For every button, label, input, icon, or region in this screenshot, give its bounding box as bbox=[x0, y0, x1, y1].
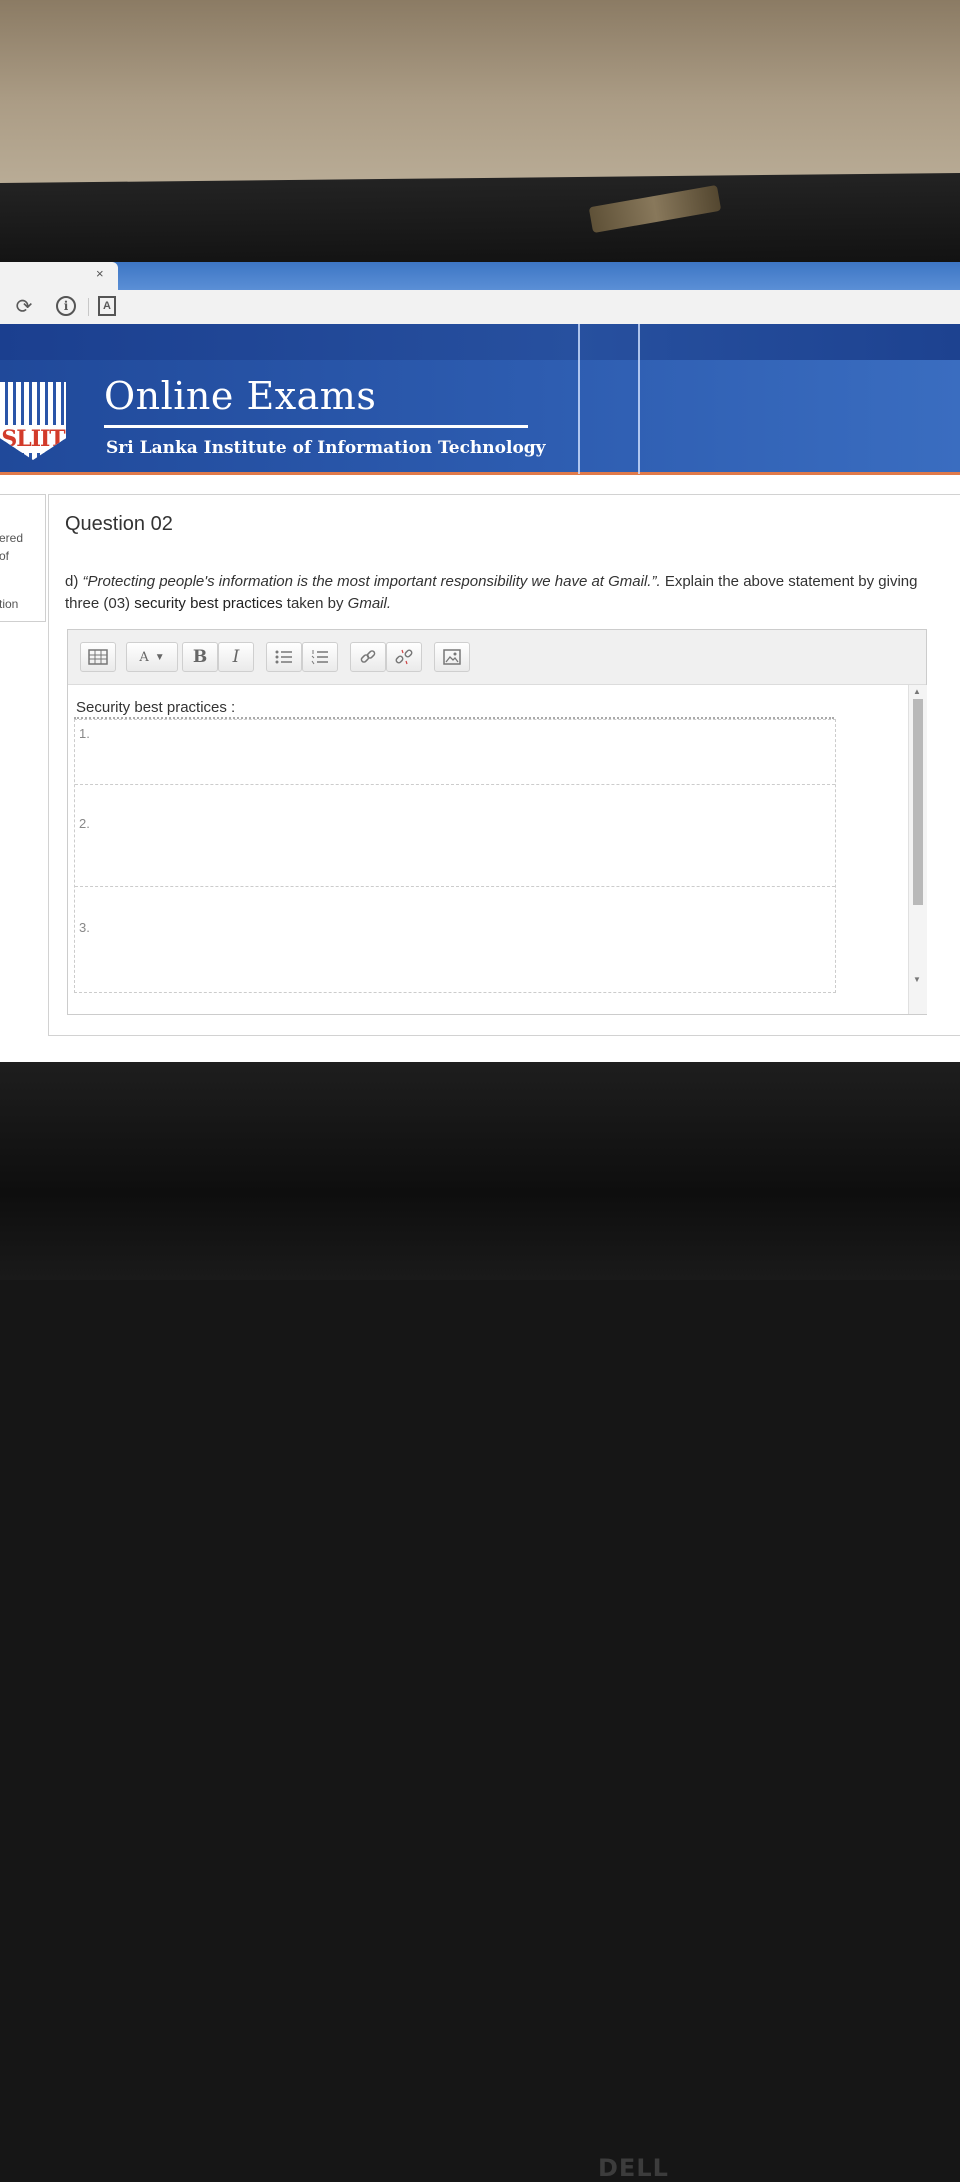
link-icon[interactable] bbox=[350, 642, 386, 672]
table-row[interactable]: 2. bbox=[75, 784, 835, 887]
institute-name: Sri Lanka Institute of Information Techn… bbox=[106, 438, 546, 458]
question-title: Question 02 bbox=[65, 513, 173, 535]
item-number: 3. bbox=[79, 920, 90, 935]
page-title: Online Exams bbox=[104, 374, 377, 418]
answer-table[interactable]: 1. 2. 3. bbox=[74, 719, 836, 993]
table-icon[interactable] bbox=[80, 642, 116, 672]
question-quote: “Protecting people's information is the … bbox=[82, 573, 661, 590]
font-size-icon: A bbox=[139, 649, 149, 665]
font-size-dropdown[interactable]: A ▼ bbox=[126, 642, 178, 672]
answer-heading: Security best practices : bbox=[76, 699, 236, 716]
table-row[interactable]: 1. bbox=[75, 720, 835, 785]
logo-text: SLIIT bbox=[0, 425, 66, 453]
browser-tab[interactable]: × bbox=[0, 262, 118, 290]
question-label: d) bbox=[65, 573, 79, 590]
scroll-down-icon[interactable]: ▼ bbox=[913, 975, 921, 984]
table-row[interactable]: 3. bbox=[75, 886, 835, 990]
image-icon[interactable] bbox=[434, 642, 470, 672]
reload-icon[interactable]: ⟳ bbox=[12, 296, 36, 318]
toolbar-divider bbox=[88, 298, 89, 316]
question-gmail: Gmail. bbox=[347, 595, 392, 612]
navigation-panel: ered of tion bbox=[0, 494, 46, 622]
item-number: 1. bbox=[79, 726, 90, 741]
nav-text: tion bbox=[0, 597, 19, 611]
italic-button[interactable]: I bbox=[218, 642, 254, 672]
question-emphasis: security best practices bbox=[134, 595, 283, 612]
question-prompt-end: taken by bbox=[286, 595, 344, 612]
title-underline bbox=[104, 425, 528, 428]
editor-scrollbar[interactable]: ▲ ▼ bbox=[908, 685, 927, 1014]
bold-button[interactable]: B bbox=[182, 642, 218, 672]
pdf-icon[interactable]: A bbox=[98, 296, 116, 316]
wall-background bbox=[0, 0, 960, 185]
question-card: Question 02 d) “Protecting people's info… bbox=[48, 494, 960, 1036]
web-page: SLIIT Online Exams Sri Lanka Institute o… bbox=[0, 324, 960, 1072]
dell-logo: DELL bbox=[598, 2154, 669, 2182]
answer-editor: A ▼ B I Security best practices: 1. 2. … bbox=[67, 629, 927, 1015]
monitor-bezel-top bbox=[0, 172, 960, 274]
screen-glare bbox=[638, 324, 640, 474]
page-top-bar bbox=[0, 324, 960, 360]
chevron-down-icon: ▼ bbox=[154, 651, 165, 663]
site-banner: SLIIT Online Exams Sri Lanka Institute o… bbox=[0, 360, 960, 475]
numbered-list-icon[interactable] bbox=[302, 642, 338, 672]
screen: × ⟳ i A SLIIT Online Exams Sri Lanka Ins… bbox=[0, 262, 960, 1072]
close-icon[interactable]: × bbox=[96, 266, 104, 281]
screen-glare bbox=[578, 324, 580, 474]
info-icon[interactable]: i bbox=[56, 296, 76, 316]
nav-text: ered bbox=[0, 531, 24, 545]
sliit-logo: SLIIT bbox=[0, 382, 66, 460]
question-text: d) “Protecting people's information is t… bbox=[65, 571, 925, 615]
scroll-thumb[interactable] bbox=[913, 699, 923, 905]
monitor-bezel-bottom: DELL bbox=[0, 1062, 960, 2182]
scroll-up-icon[interactable]: ▲ bbox=[913, 687, 921, 696]
item-number: 2. bbox=[79, 816, 90, 831]
editor-toolbar: A ▼ B I bbox=[68, 630, 926, 685]
answer-text-area[interactable]: Security best practices : 1. 2. 3. bbox=[68, 685, 908, 1014]
nav-text: of bbox=[0, 549, 10, 563]
browser-tab-strip: × bbox=[0, 262, 960, 290]
unlink-icon[interactable] bbox=[386, 642, 422, 672]
bullet-list-icon[interactable] bbox=[266, 642, 302, 672]
browser-toolbar: ⟳ i A bbox=[0, 290, 960, 325]
